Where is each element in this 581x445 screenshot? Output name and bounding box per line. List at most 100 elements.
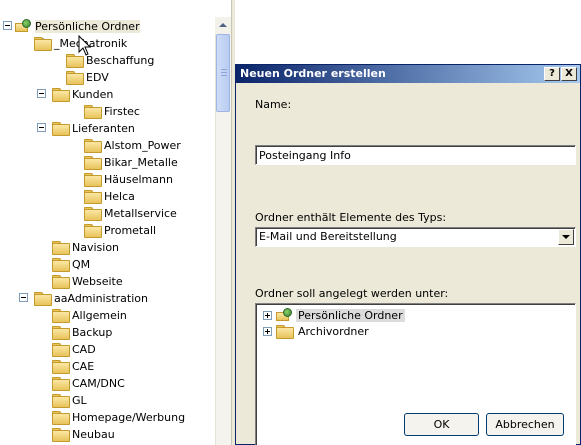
folder-icon <box>52 88 70 102</box>
folder-tree: Persönliche Ordner _Mechatronik Beschaffun… <box>0 0 232 445</box>
tree-item-label: GL <box>72 393 87 407</box>
folder-icon <box>34 37 52 51</box>
folder-name-input[interactable] <box>255 145 576 165</box>
tree-item[interactable]: Homepage/Werbung <box>52 409 185 425</box>
folder-icon <box>52 309 70 323</box>
tree-item[interactable]: Persönliche Ordner <box>15 18 140 34</box>
tree-item-label: QM <box>72 257 91 271</box>
close-button[interactable]: X <box>561 67 577 81</box>
folder-icon <box>34 292 52 306</box>
tree-item[interactable]: Allgemein <box>52 307 127 323</box>
tree-item[interactable]: aaAdministration <box>34 290 148 306</box>
tree-item-label: CAD <box>72 342 96 356</box>
folder-icon <box>84 105 102 119</box>
folder-icon <box>52 258 70 272</box>
tree-item-label: Allgemein <box>72 308 127 322</box>
tree-item[interactable]: Lieferanten <box>52 120 135 136</box>
type-label: Ordner enthält Elemente des Typs: <box>255 211 447 224</box>
item-type-select[interactable]: E-Mail und Bereitstellung <box>255 227 576 247</box>
expand-icon[interactable] <box>263 326 272 336</box>
collapse-icon[interactable] <box>37 89 46 98</box>
tree-item-label: Lieferanten <box>72 121 135 135</box>
tree-item[interactable]: Kunden <box>52 86 113 102</box>
tree-item[interactable]: CAM/DNC <box>52 375 125 391</box>
help-button[interactable]: ? <box>544 67 560 81</box>
tree-item-label: Firstec <box>104 104 140 118</box>
dest-item-label: Archivordner <box>298 324 369 338</box>
folder-icon <box>52 326 70 340</box>
tree-item[interactable]: Navision <box>52 239 119 255</box>
folder-icon <box>84 156 102 170</box>
tree-item-label: Navision <box>72 240 120 254</box>
dest-item-label: Persönliche Ordner <box>296 308 405 322</box>
tree-item[interactable]: Helca <box>84 188 135 204</box>
tree-item[interactable]: Bikar_Metalle <box>84 154 178 170</box>
collapse-icon[interactable] <box>3 21 12 30</box>
tree-item-label: Webseite <box>72 274 123 288</box>
tree-item[interactable]: Backup <box>52 324 112 340</box>
folder-icon <box>84 173 102 187</box>
tree-item-label: Kunden <box>72 87 114 101</box>
folder-icon <box>52 343 70 357</box>
tree-item[interactable]: CAD <box>52 341 96 357</box>
tree-item-label: CAM/DNC <box>72 376 125 390</box>
tree-item[interactable]: Neubau <box>52 426 115 442</box>
folder-icon <box>52 394 70 408</box>
new-folder-dialog: Neuen Ordner erstellen ? X Name: Ordner … <box>235 64 581 445</box>
tree-item-label: CAE <box>72 359 95 373</box>
tree-item-label: Bikar_Metalle <box>104 155 178 169</box>
destination-label: Ordner soll angelegt werden unter: <box>255 287 449 300</box>
tree-item-label: EDV <box>86 70 109 84</box>
tree-item-label: Persönliche Ordner <box>35 19 140 33</box>
tree-item-label: Beschaffung <box>86 53 155 67</box>
tree-item[interactable]: GL <box>52 392 87 408</box>
dest-item-archivordner[interactable]: Archivordner <box>263 323 371 339</box>
tree-item-label: Alstom_Power <box>104 138 181 152</box>
folder-icon <box>84 190 102 204</box>
cancel-button[interactable]: Abbrechen <box>486 413 564 436</box>
folder-icon <box>52 275 70 289</box>
folder-icon <box>52 360 70 374</box>
folder-icon <box>84 207 102 221</box>
chevron-down-icon[interactable] <box>558 229 574 245</box>
tree-item-label: Prometall <box>104 223 157 237</box>
tree-item[interactable]: Häuselmann <box>84 171 173 187</box>
pst-icon <box>276 308 292 322</box>
folder-icon <box>66 71 84 85</box>
pst-icon <box>15 19 31 33</box>
tree-item[interactable]: Firstec <box>84 103 140 119</box>
tree-item-label: Neubau <box>72 427 115 441</box>
tree-item-label: Häuselmann <box>104 172 173 186</box>
tree-item[interactable]: QM <box>52 256 90 272</box>
ok-button[interactable]: OK <box>404 413 479 436</box>
collapse-icon[interactable] <box>19 293 28 302</box>
folder-icon <box>52 428 70 442</box>
tree-item[interactable]: Metallservice <box>84 205 177 221</box>
folder-icon <box>84 139 102 153</box>
tree-item-label: Metallservice <box>104 206 177 220</box>
scroll-up-icon[interactable] <box>215 17 231 34</box>
tree-item[interactable]: Webseite <box>52 273 123 289</box>
tree-item-label: Backup <box>72 325 113 339</box>
tree-item-label: Homepage/Werbung <box>72 410 186 424</box>
dest-item-persoenliche-ordner[interactable]: Persönliche Ordner <box>263 307 405 323</box>
dialog-titlebar[interactable]: Neuen Ordner erstellen ? X <box>236 65 580 83</box>
folder-icon <box>52 241 70 255</box>
tree-item[interactable]: EDV <box>66 69 109 85</box>
tree-item[interactable]: Alstom_Power <box>84 137 181 153</box>
tree-item[interactable]: Prometall <box>84 222 156 238</box>
folder-icon <box>52 122 70 136</box>
folder-icon <box>84 224 102 238</box>
folder-icon <box>52 377 70 391</box>
collapse-icon[interactable] <box>37 123 46 132</box>
scroll-thumb[interactable] <box>216 34 230 112</box>
dialog-title: Neuen Ordner erstellen <box>240 67 386 80</box>
mouse-cursor-icon <box>78 35 92 56</box>
folder-icon <box>52 411 70 425</box>
item-type-value: E-Mail und Bereitstellung <box>259 230 397 243</box>
tree-item-label: aaAdministration <box>54 291 148 305</box>
expand-icon[interactable] <box>263 310 272 320</box>
archive-folder-icon <box>276 325 294 339</box>
tree-item-label: Helca <box>104 189 135 203</box>
tree-item[interactable]: CAE <box>52 358 94 374</box>
